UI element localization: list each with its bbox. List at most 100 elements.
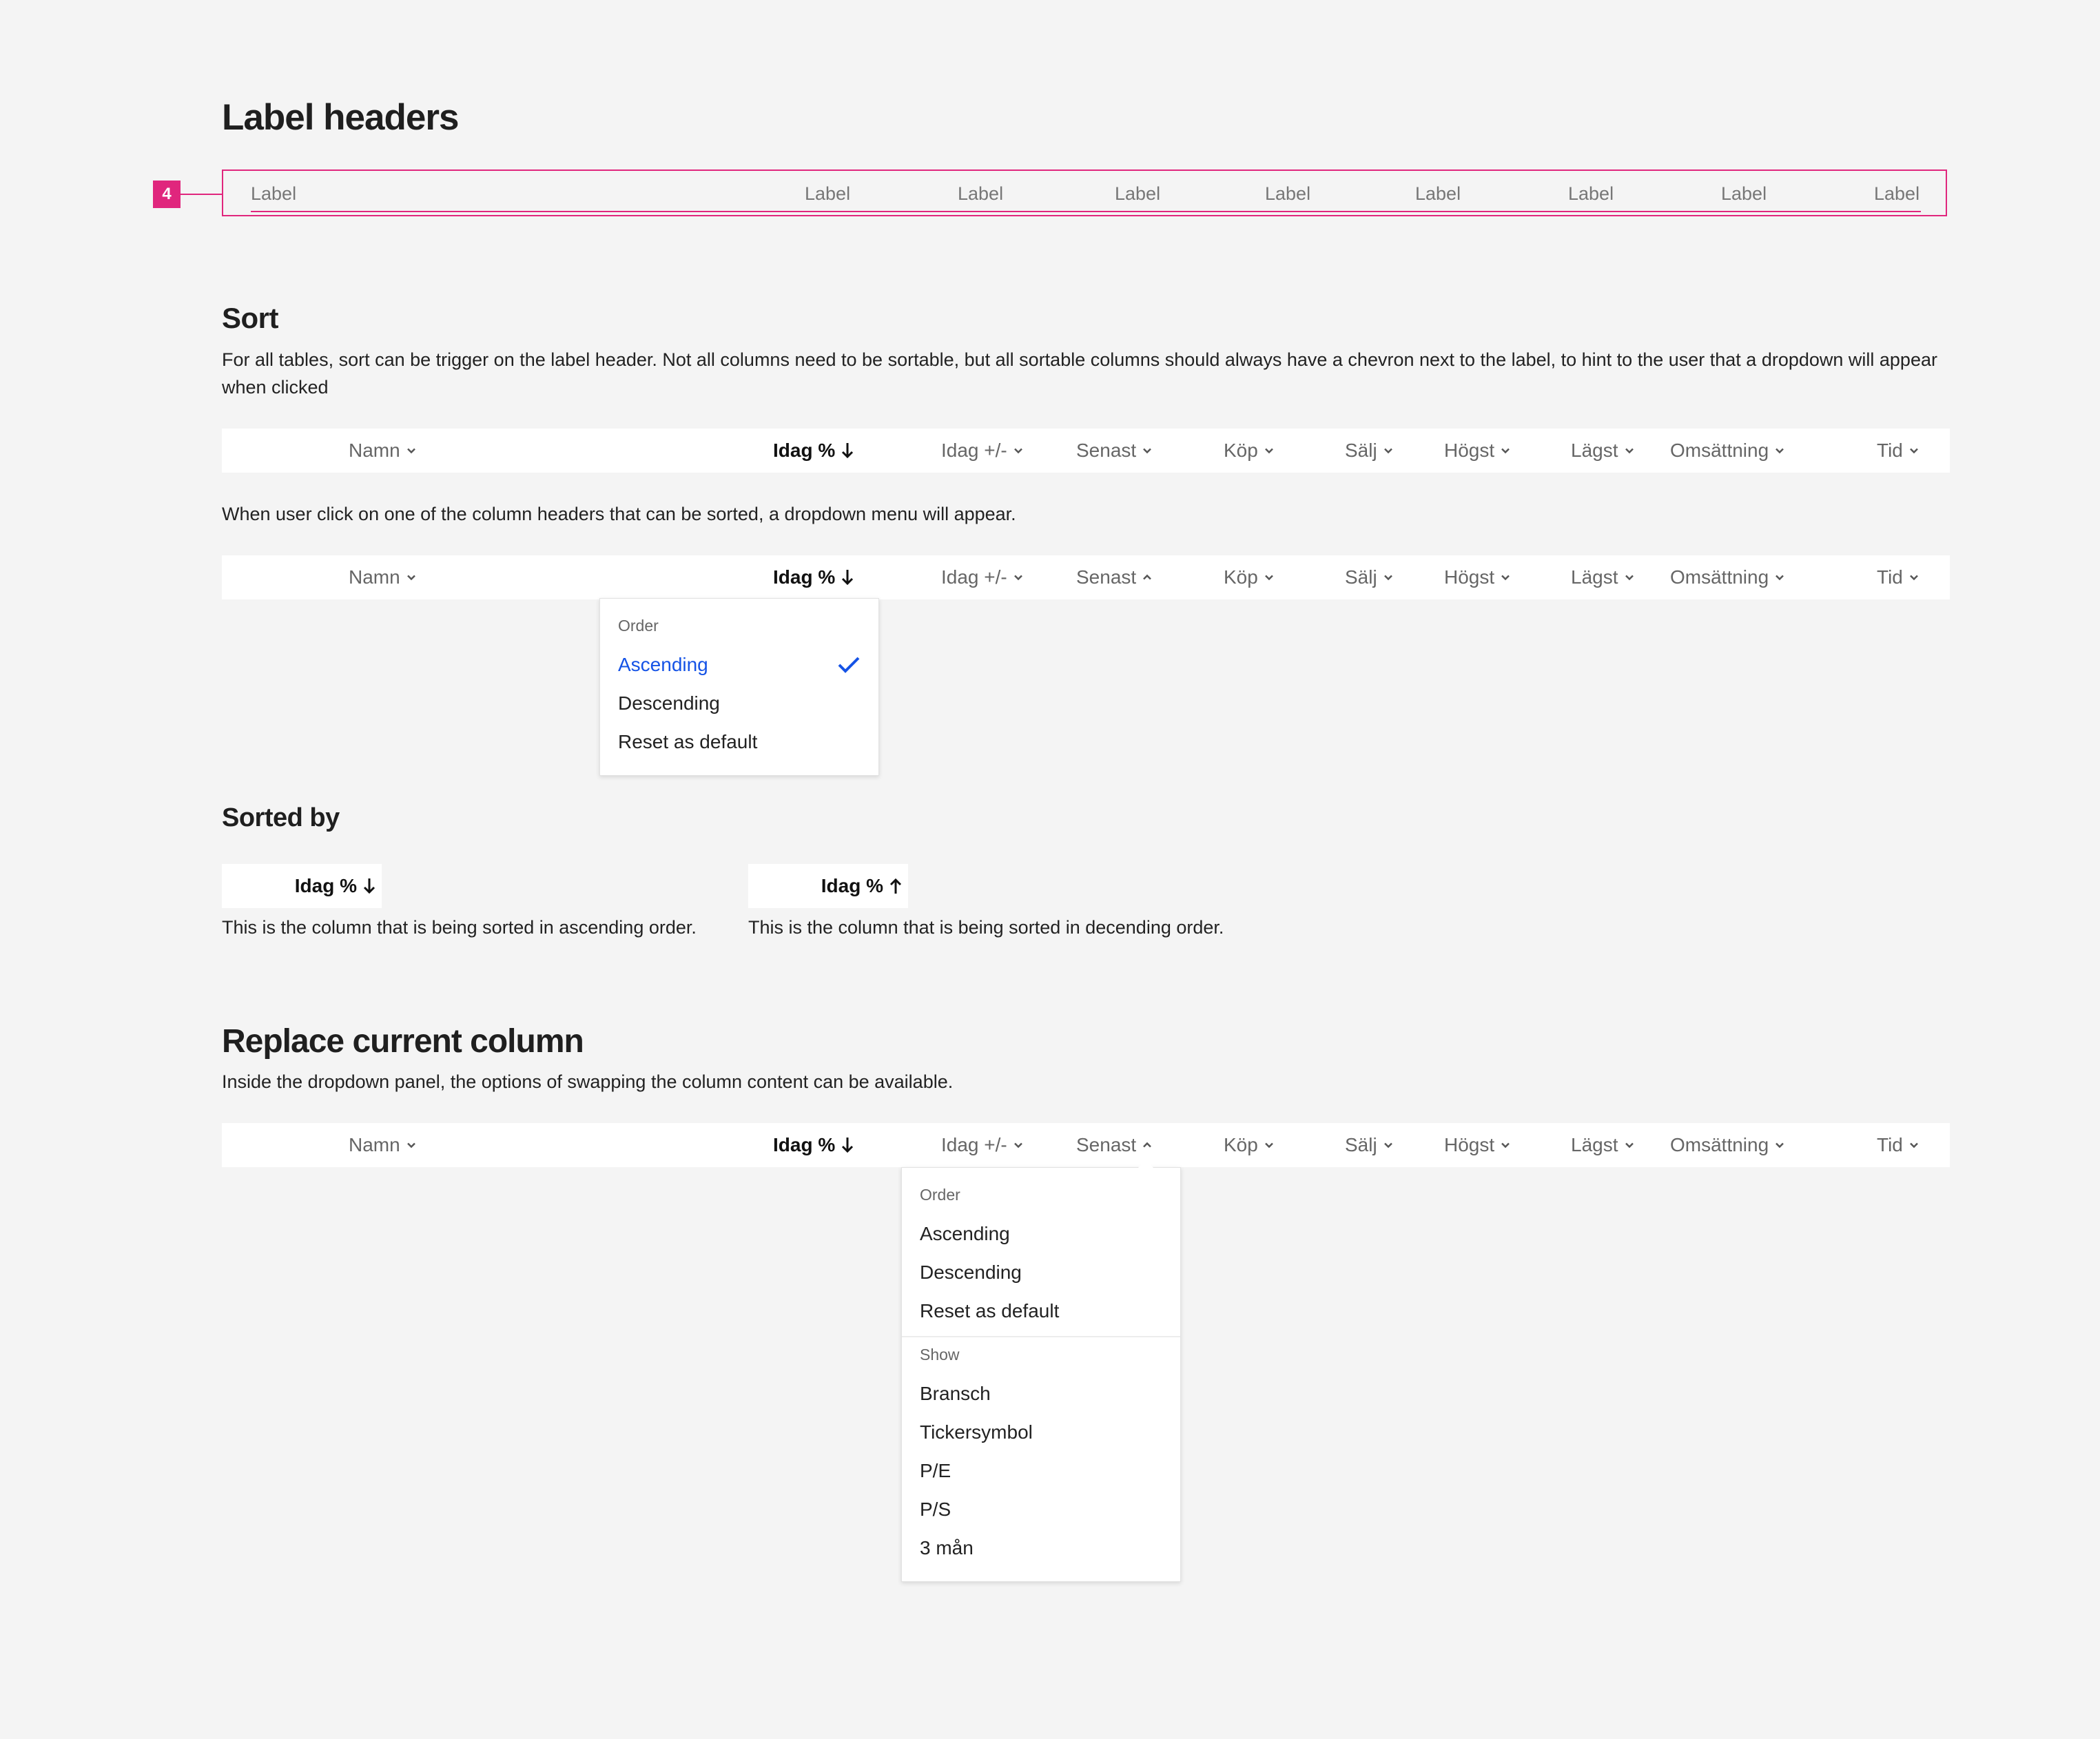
column-label: Idag +/-: [941, 440, 1007, 461]
replace-column-title: Replace current column: [222, 1023, 584, 1060]
column-header-tid[interactable]: Tid: [1877, 1123, 1919, 1167]
column-label: Namn: [349, 1134, 400, 1155]
column-header-hogst[interactable]: Högst: [1444, 555, 1511, 599]
chevron-down-icon: [1501, 575, 1510, 581]
column-label: Köp: [1224, 566, 1258, 588]
column-label: Omsättning: [1670, 440, 1769, 461]
arrow-down-icon: [842, 1138, 854, 1153]
chevron-down-icon: [1625, 1142, 1634, 1149]
dropdown-group-label: Order: [920, 1186, 960, 1204]
dropdown-item-3-man[interactable]: 3 mån: [920, 1537, 974, 1559]
column-label: Tid: [1877, 440, 1903, 461]
column-header-lagst[interactable]: Lägst: [1571, 429, 1635, 473]
dropdown-item-descending[interactable]: Descending: [920, 1262, 1022, 1284]
dropdown-item-ps[interactable]: P/S: [920, 1499, 951, 1521]
replace-column-description: Inside the dropdown panel, the options o…: [222, 1071, 954, 1092]
label-header-5: Label: [1265, 183, 1311, 204]
column-header-hogst[interactable]: Högst: [1444, 429, 1511, 473]
column-label: Högst: [1444, 566, 1495, 588]
dropdown-item-reset[interactable]: Reset as default: [920, 1300, 1059, 1322]
column-header-idag-diff[interactable]: Idag +/-: [941, 555, 1024, 599]
column-header-omsattning[interactable]: Omsättning: [1670, 429, 1785, 473]
column-header-salj[interactable]: Sälj: [1345, 1123, 1394, 1167]
ascending-caption: This is the column that is being sorted …: [222, 917, 697, 938]
label-header-9: Label: [1874, 183, 1920, 204]
label-header-3: Label: [958, 183, 1004, 204]
column-label: Lägst: [1571, 1134, 1618, 1155]
column-label: Sälj: [1345, 440, 1377, 461]
column-header-bar: Namn Idag % Idag +/- Senast Köp Sälj Hög…: [222, 429, 1950, 473]
chevron-down-icon: [1013, 448, 1022, 454]
column-header-kop[interactable]: Köp: [1224, 1123, 1275, 1167]
column-header-bar: Namn Idag % Idag +/- Senast Köp Sälj Hög…: [222, 1123, 1950, 1167]
dropdown-item-tickersymbol[interactable]: Tickersymbol: [920, 1421, 1033, 1443]
column-header-namn[interactable]: Namn: [349, 1123, 417, 1167]
column-header-senast[interactable]: Senast: [1076, 429, 1153, 473]
dropdown-item-descending[interactable]: Descending: [618, 692, 720, 714]
label-header-4: Label: [1115, 183, 1161, 204]
chevron-down-icon: [1775, 1142, 1784, 1149]
column-header-omsattning[interactable]: Omsättning: [1670, 555, 1785, 599]
sorted-ascending-chip[interactable]: Idag %: [222, 864, 382, 908]
column-header-idag-diff[interactable]: Idag +/-: [941, 1123, 1024, 1167]
label-header-row: [222, 169, 1947, 216]
column-label: Namn: [349, 566, 400, 588]
column-label: Sälj: [1345, 1134, 1377, 1155]
replace-column-dropdown: Order Ascending Descending Reset as defa…: [901, 1160, 1181, 1582]
column-header-salj[interactable]: Sälj: [1345, 429, 1394, 473]
dropdown-item-ascending[interactable]: Ascending: [618, 654, 708, 676]
column-label: Lägst: [1571, 440, 1618, 461]
label-header-6: Label: [1415, 183, 1461, 204]
chevron-down-icon: [406, 575, 415, 581]
column-label: Idag %: [773, 566, 836, 588]
annotation-marker-line: [181, 194, 222, 195]
dropdown-item-ascending[interactable]: Ascending: [920, 1223, 1010, 1245]
chevron-down-icon: [1625, 448, 1634, 454]
column-label: Senast: [1076, 440, 1137, 461]
chevron-up-icon: [1143, 574, 1152, 580]
column-header-tid[interactable]: Tid: [1877, 429, 1919, 473]
column-label: Omsättning: [1670, 1134, 1769, 1155]
label-headers-title: Label headers: [222, 97, 459, 138]
chevron-down-icon: [1775, 575, 1784, 581]
column-header-idag-pct[interactable]: Idag %: [773, 555, 854, 599]
check-icon: [838, 657, 860, 673]
dropdown-group-label: Show: [920, 1346, 960, 1364]
column-header-namn[interactable]: Namn: [349, 555, 417, 599]
sort-title: Sort: [222, 302, 279, 334]
column-label: Idag %: [773, 1134, 836, 1155]
column-header-idag-diff[interactable]: Idag +/-: [941, 429, 1024, 473]
column-header-kop[interactable]: Köp: [1224, 429, 1275, 473]
chevron-down-icon: [1013, 575, 1022, 581]
column-label: Omsättning: [1670, 566, 1769, 588]
label-header-7: Label: [1568, 183, 1614, 204]
dropdown-item-pe[interactable]: P/E: [920, 1460, 951, 1482]
column-header-hogst[interactable]: Högst: [1444, 1123, 1511, 1167]
column-header-omsattning[interactable]: Omsättning: [1670, 1123, 1785, 1167]
chevron-up-icon: [1143, 1142, 1152, 1148]
column-header-namn[interactable]: Namn: [349, 429, 417, 473]
sorted-descending-chip[interactable]: Idag %: [748, 864, 908, 908]
chevron-down-icon: [1264, 448, 1273, 454]
column-header-lagst[interactable]: Lägst: [1571, 555, 1635, 599]
column-label: Idag +/-: [941, 566, 1007, 588]
dropdown-group-label: Order: [618, 617, 659, 635]
chevron-down-icon: [1501, 448, 1510, 454]
column-header-lagst[interactable]: Lägst: [1571, 1123, 1635, 1167]
column-header-senast[interactable]: Senast: [1076, 555, 1153, 599]
annotation-marker: 4: [153, 181, 181, 208]
dropdown-caret: [1138, 1160, 1154, 1169]
column-header-kop[interactable]: Köp: [1224, 555, 1275, 599]
column-label: Idag %: [773, 440, 836, 461]
chevron-down-icon: [1013, 1142, 1022, 1149]
dropdown-item-bransch[interactable]: Bransch: [920, 1383, 991, 1405]
column-header-tid[interactable]: Tid: [1877, 555, 1919, 599]
column-header-idag-pct[interactable]: Idag %: [773, 1123, 854, 1167]
column-header-salj[interactable]: Sälj: [1345, 555, 1394, 599]
dropdown-item-reset[interactable]: Reset as default: [618, 731, 757, 753]
column-header-idag-pct[interactable]: Idag %: [773, 429, 854, 473]
chevron-down-icon: [1625, 575, 1634, 581]
chevron-down-icon: [1383, 1142, 1392, 1149]
column-label: Högst: [1444, 1134, 1495, 1155]
label-header-2: Label: [805, 183, 851, 204]
